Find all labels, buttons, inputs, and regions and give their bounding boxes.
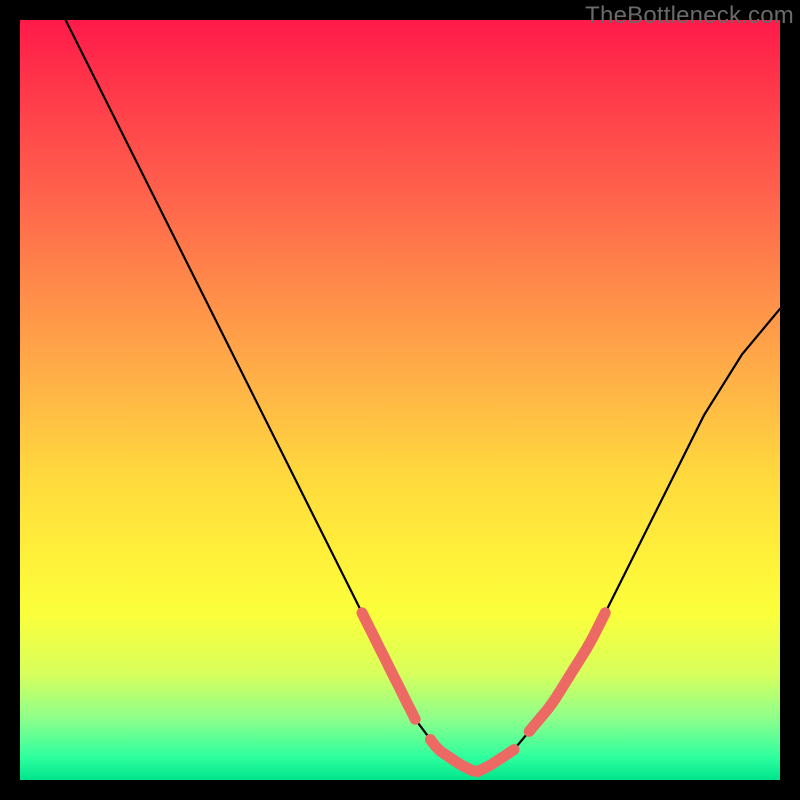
optimal-zone	[362, 613, 605, 772]
chart-frame: TheBottleneck.com	[0, 0, 800, 800]
plot-area	[20, 20, 780, 780]
watermark-text: TheBottleneck.com	[585, 2, 794, 30]
optimal-zone-seg-left	[362, 613, 415, 719]
optimal-zone-seg-mid	[430, 740, 514, 772]
optimal-zone-seg-right	[529, 613, 605, 732]
bottleneck-curve	[66, 20, 780, 772]
curve-layer	[20, 20, 780, 780]
